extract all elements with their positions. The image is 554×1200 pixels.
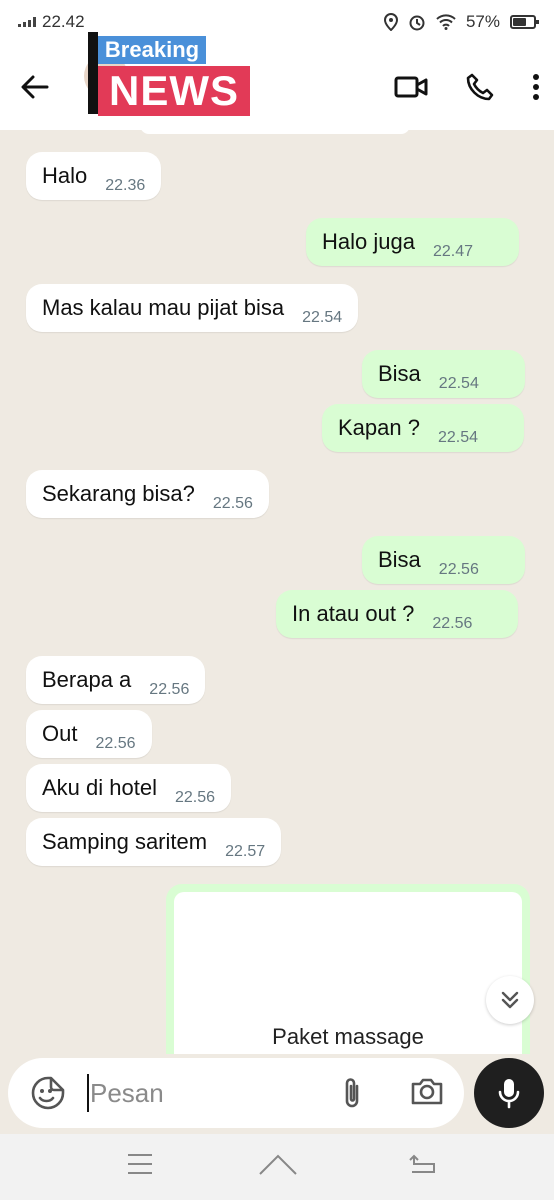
system-nav-bar	[0, 1134, 554, 1200]
battery-icon	[510, 15, 539, 29]
camera-icon[interactable]	[410, 1076, 444, 1106]
message-time: 22.56	[95, 735, 136, 752]
wifi-icon	[436, 14, 456, 30]
contact-avatar[interactable]: Breaking NEWS	[84, 32, 250, 120]
double-chevron-down-icon	[501, 991, 519, 1009]
message-text: Halo juga	[322, 229, 415, 254]
message-text: In atau out ?	[292, 601, 415, 626]
message-time: 22.56	[174, 789, 216, 806]
message-text: Samping saritem	[42, 829, 208, 854]
message-text: Mas kalau mau pijat bisa	[42, 295, 285, 320]
logo-news: NEWS	[98, 66, 250, 116]
message-bubble-outgoing[interactable]: Halo juga 22.47	[306, 218, 519, 266]
message-bubble-incoming[interactable]: Sekarang bisa? 22.56	[26, 470, 269, 518]
text-cursor	[87, 1074, 89, 1112]
video-call-icon[interactable]	[394, 75, 428, 99]
message-time: 22.54	[437, 429, 479, 446]
message-text: Bisa	[378, 547, 421, 572]
double-check-icon	[478, 590, 502, 608]
message-time: 22.56	[212, 495, 253, 512]
message-time: 22.57	[225, 843, 266, 860]
message-bubble-incoming[interactable]: Samping saritem 22.57	[26, 818, 282, 866]
message-text: Sekarang bisa?	[42, 481, 195, 506]
battery-percent: 57%	[465, 12, 500, 31]
status-time: 22.42	[42, 12, 85, 31]
double-check-icon	[485, 350, 509, 368]
message-image[interactable]: Paket massage	[174, 892, 522, 1054]
message-text: Out	[42, 721, 78, 746]
double-check-icon	[479, 218, 503, 236]
message-bubble-incoming[interactable]: Mas kalau mau pijat bisa 22.54	[26, 284, 359, 332]
alarm-icon	[409, 15, 425, 31]
recent-apps-icon[interactable]	[126, 1152, 154, 1176]
double-check-icon	[485, 536, 509, 554]
message-input[interactable]: Pesan	[8, 1058, 464, 1128]
signal-icon	[18, 17, 36, 27]
message-text: Bisa	[378, 361, 421, 386]
message-time: 22.56	[149, 681, 190, 698]
message-time: 22.47	[432, 243, 473, 260]
message-text: Halo	[42, 163, 88, 188]
message-bubble-incoming[interactable]: Out 22.56	[26, 710, 152, 758]
message-bubble-outgoing[interactable]: In atau out ? 22.56	[276, 590, 519, 638]
message-time: 22.56	[438, 561, 479, 578]
logo-breaking: Breaking	[98, 36, 206, 64]
home-icon[interactable]	[258, 1152, 298, 1176]
back-nav-icon[interactable]	[408, 1152, 436, 1176]
message-time: 22.54	[438, 375, 479, 392]
logo-pole	[88, 32, 98, 114]
arrow-left-icon	[21, 75, 49, 99]
phone-icon[interactable]	[466, 73, 494, 101]
message-text: Aku di hotel	[42, 775, 157, 800]
message-bubble-outgoing[interactable]: Bisa 22.56	[362, 536, 525, 584]
message-text: Berapa a	[42, 667, 132, 692]
message-time: 22.54	[302, 309, 343, 326]
more-vert-icon[interactable]	[532, 73, 540, 101]
message-bubble-outgoing[interactable]: Kapan ? 22.54	[322, 404, 525, 452]
double-check-icon	[484, 404, 508, 422]
message-bubble-incoming[interactable]: Aku di hotel 22.56	[26, 764, 232, 812]
compose-bar: Pesan	[0, 1056, 554, 1132]
mic-icon	[498, 1079, 520, 1109]
back-button[interactable]	[0, 44, 70, 130]
image-caption: Paket massage	[272, 1024, 424, 1049]
paperclip-icon[interactable]	[342, 1076, 362, 1110]
message-bubble-incoming[interactable]: Halo 22.36	[26, 152, 162, 200]
previous-message-edge	[140, 130, 410, 134]
image-message-outgoing[interactable]: Paket massage	[166, 884, 530, 1054]
location-icon	[383, 13, 398, 31]
voice-message-button[interactable]	[474, 1058, 544, 1128]
message-text: Kapan ?	[338, 415, 420, 440]
message-time: 22.56	[432, 615, 473, 632]
sticker-icon[interactable]	[30, 1075, 66, 1111]
message-list[interactable]: Halo 22.36 Halo juga 22.47 Mas kalau mau…	[0, 130, 554, 1054]
message-time: 22.36	[105, 177, 146, 194]
message-bubble-outgoing[interactable]: Bisa 22.54	[362, 350, 525, 398]
scroll-to-bottom-button[interactable]	[486, 976, 534, 1024]
message-bubble-incoming[interactable]: Berapa a 22.56	[26, 656, 206, 704]
message-placeholder: Pesan	[90, 1078, 164, 1108]
